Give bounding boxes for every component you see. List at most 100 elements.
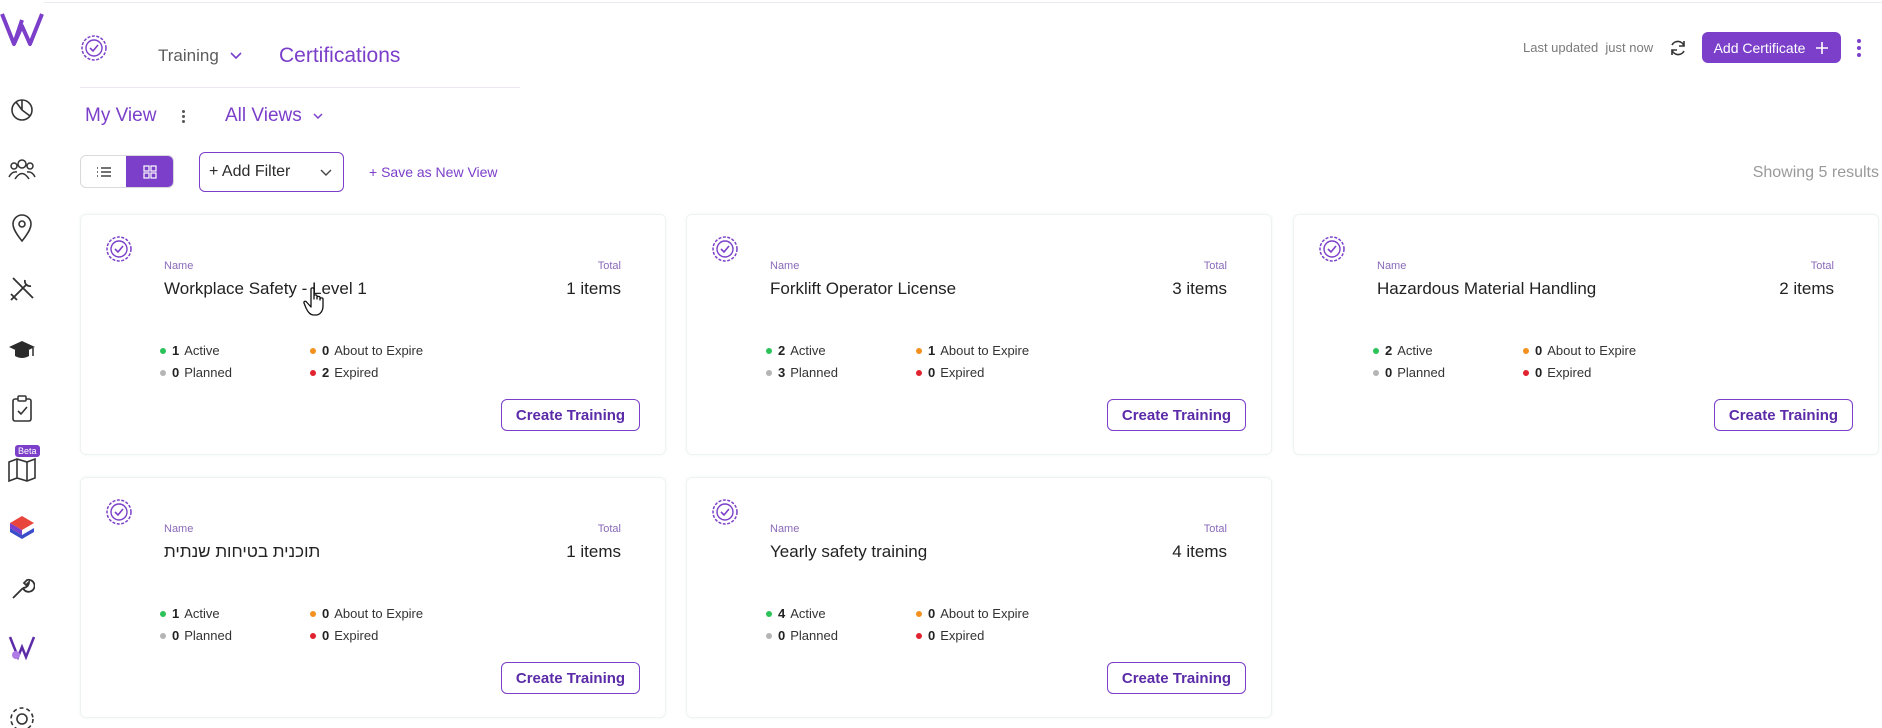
create-training-button[interactable]: Create Training xyxy=(1714,399,1853,431)
active-count: 2 Active xyxy=(1373,343,1433,358)
expired-count: 0 Expired xyxy=(916,628,984,643)
mouse-cursor-icon xyxy=(303,287,327,322)
chevron-down-icon xyxy=(313,113,323,120)
map-icon[interactable]: Beta xyxy=(3,445,41,488)
name-label: Name xyxy=(164,260,194,272)
brand-icon[interactable] xyxy=(3,628,41,666)
people-icon[interactable] xyxy=(3,150,41,188)
certificate-total: 1 items xyxy=(566,279,621,298)
active-count: 1 Active xyxy=(160,343,220,358)
certificate-name[interactable]: תוכנית בטיחות שנתית xyxy=(164,542,320,562)
expired-count: 0 Expired xyxy=(916,365,984,380)
certificate-badge-icon xyxy=(105,498,133,531)
certificate-total: 2 items xyxy=(1779,279,1834,298)
name-label: Name xyxy=(770,523,800,535)
refresh-button[interactable] xyxy=(1666,36,1690,60)
name-label: Name xyxy=(1377,260,1407,272)
planned-count: 0 Planned xyxy=(1373,365,1445,380)
certificate-card[interactable]: Name Total Yearly safety training 4 items 4 A… xyxy=(686,477,1272,718)
certificate-name[interactable]: Workplace Safety - Level 1 xyxy=(164,279,367,299)
certificate-card[interactable]: Name Total Workplace Safety - Level 1 1 ite… xyxy=(80,214,666,455)
view-toggle xyxy=(80,155,174,188)
name-label: Name xyxy=(164,523,194,535)
about-to-expire-count: 0 About to Expire xyxy=(310,343,423,358)
view-options-button[interactable] xyxy=(176,106,190,126)
certificate-card[interactable]: Name Total Hazardous Material Handling 2 it… xyxy=(1293,214,1879,455)
certificate-name[interactable]: Yearly safety training xyxy=(770,542,927,562)
create-training-button[interactable]: Create Training xyxy=(501,662,640,694)
tools-icon[interactable] xyxy=(3,270,41,308)
last-updated: Last updated just now xyxy=(1523,40,1653,55)
create-training-button[interactable]: Create Training xyxy=(1107,662,1246,694)
active-count: 2 Active xyxy=(766,343,826,358)
all-views-dropdown[interactable]: All Views xyxy=(225,105,324,127)
certificate-total: 4 items xyxy=(1172,542,1227,561)
total-label: Total xyxy=(1203,260,1227,272)
about-to-expire-count: 1 About to Expire xyxy=(916,343,1029,358)
grid-view-button[interactable] xyxy=(126,156,173,187)
layers-icon[interactable] xyxy=(3,509,41,547)
breadcrumb-training[interactable]: Training xyxy=(158,46,243,66)
expired-count: 2 Expired xyxy=(310,365,378,380)
list-view-button[interactable] xyxy=(81,156,126,187)
certificate-name[interactable]: Hazardous Material Handling xyxy=(1377,279,1596,299)
wrench-icon[interactable] xyxy=(3,570,41,608)
about-to-expire-count: 0 About to Expire xyxy=(310,606,423,621)
planned-count: 0 Planned xyxy=(160,365,232,380)
settings-icon[interactable] xyxy=(3,700,41,728)
my-view-tab[interactable]: My View xyxy=(85,105,156,127)
add-certificate-button[interactable]: Add Certificate xyxy=(1702,32,1841,63)
total-label: Total xyxy=(597,523,621,535)
certificate-badge-icon xyxy=(711,498,739,531)
total-label: Total xyxy=(1203,523,1227,535)
certificate-card[interactable]: Name Total Forklift Operator License 3 item… xyxy=(686,214,1272,455)
plus-icon xyxy=(1816,41,1829,54)
top-divider xyxy=(0,2,1882,3)
last-updated-label: Last updated xyxy=(1523,40,1599,55)
clipboard-icon[interactable] xyxy=(3,390,41,428)
total-label: Total xyxy=(1810,260,1834,272)
all-views-label: All Views xyxy=(225,105,302,126)
create-training-button[interactable]: Create Training xyxy=(1107,399,1246,431)
active-count: 4 Active xyxy=(766,606,826,621)
certificate-badge-icon xyxy=(1318,235,1346,268)
grid-icon xyxy=(142,164,157,179)
graduation-cap-icon[interactable] xyxy=(3,331,41,369)
planned-count: 0 Planned xyxy=(766,628,838,643)
about-to-expire-count: 0 About to Expire xyxy=(916,606,1029,621)
active-count: 1 Active xyxy=(160,606,220,621)
create-training-button[interactable]: Create Training xyxy=(501,399,640,431)
name-label: Name xyxy=(770,260,800,272)
expired-count: 0 Expired xyxy=(1523,365,1591,380)
list-icon xyxy=(96,166,111,177)
planned-count: 0 Planned xyxy=(160,628,232,643)
header-divider xyxy=(80,87,520,88)
last-updated-value: just now xyxy=(1605,40,1654,55)
planned-count: 3 Planned xyxy=(766,365,838,380)
add-certificate-label: Add Certificate xyxy=(1713,39,1806,56)
certificate-badge-icon xyxy=(711,235,739,268)
location-icon[interactable] xyxy=(3,209,41,247)
more-options-button[interactable] xyxy=(1852,35,1866,61)
breadcrumb-training-label: Training xyxy=(158,46,219,65)
add-filter-dropdown[interactable]: + Add Filter xyxy=(199,152,344,192)
chevron-down-icon xyxy=(230,52,242,60)
total-label: Total xyxy=(597,260,621,272)
certificate-total: 1 items xyxy=(566,542,621,561)
certificate-card[interactable]: Name Total תוכנית בטיחות שנתית 1 items 1 Acti… xyxy=(80,477,666,718)
dashboard-icon[interactable] xyxy=(3,91,41,129)
beta-badge: Beta xyxy=(15,445,40,457)
results-count: Showing 5 results xyxy=(1752,164,1879,181)
add-filter-label: + Add Filter xyxy=(209,163,291,180)
chevron-down-icon xyxy=(320,169,332,176)
expired-count: 0 Expired xyxy=(310,628,378,643)
certificate-badge-icon xyxy=(105,235,133,268)
sidebar: Beta xyxy=(0,0,44,728)
refresh-icon xyxy=(1671,40,1685,56)
page-title: Certifications xyxy=(279,44,401,67)
about-to-expire-count: 0 About to Expire xyxy=(1523,343,1636,358)
logo-icon[interactable] xyxy=(0,8,44,48)
certificate-total: 3 items xyxy=(1172,279,1227,298)
save-as-new-view-link[interactable]: + Save as New View xyxy=(369,164,498,180)
certificate-name[interactable]: Forklift Operator License xyxy=(770,279,956,299)
